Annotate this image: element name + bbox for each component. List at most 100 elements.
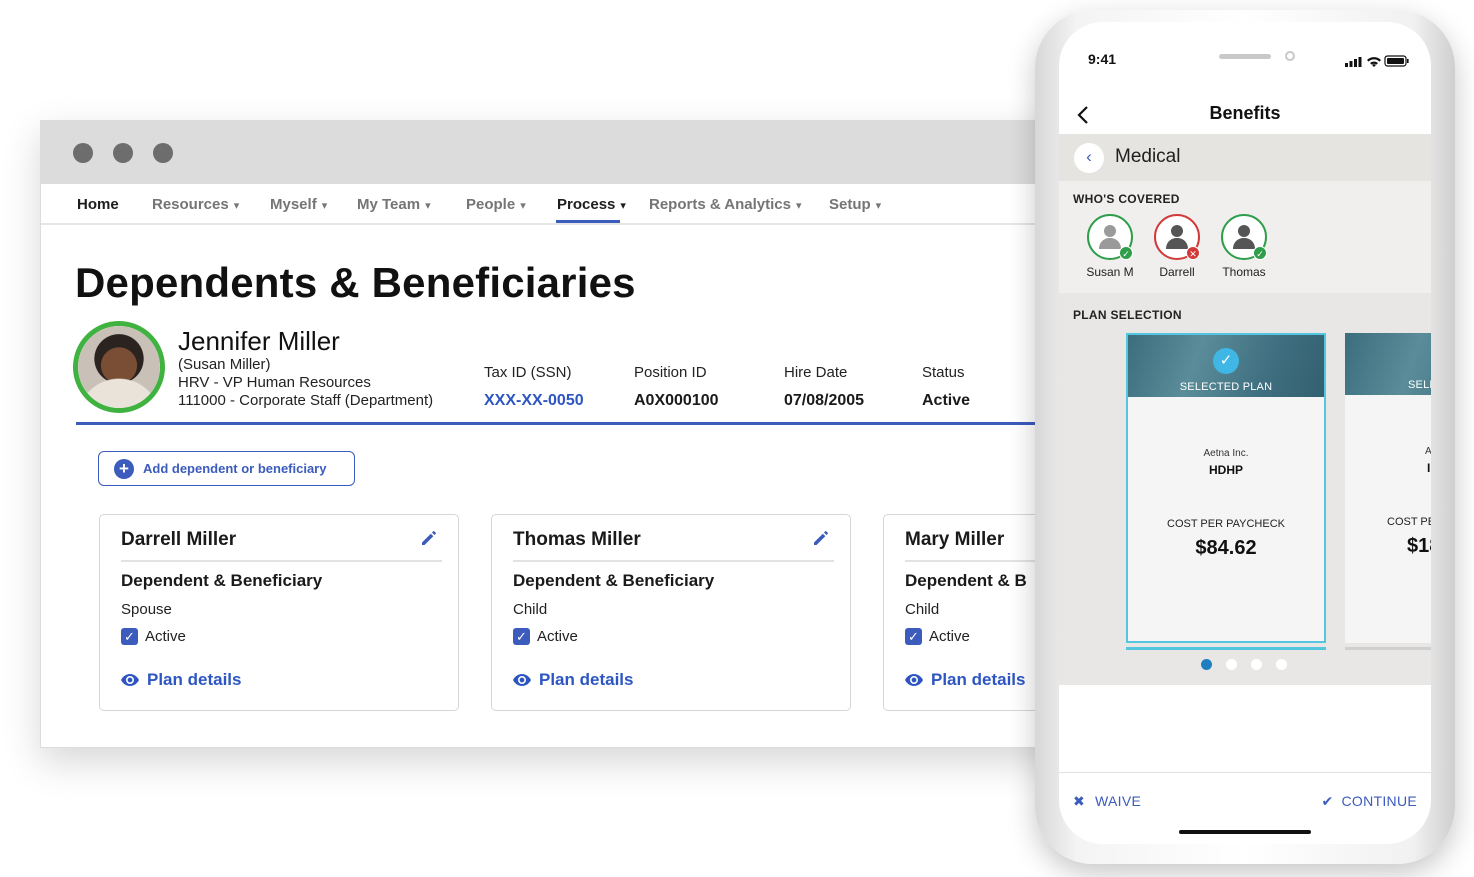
pager-dot-active[interactable] xyxy=(1201,659,1212,670)
tax-id-label: Tax ID (SSN) xyxy=(484,364,572,381)
dependent-type: Dependent & Beneficiary xyxy=(121,571,323,590)
caret-down-icon: ▾ xyxy=(321,200,328,212)
selected-plan-label: SELE xyxy=(1408,379,1431,391)
person-avatar: ✓ xyxy=(1221,214,1267,260)
top-nav: Home Resources ▾ Myself ▾ My Team ▾ People ▾… xyxy=(41,184,1099,225)
window-maximize-dot[interactable] xyxy=(153,143,173,163)
footer-divider xyxy=(1059,772,1431,773)
window-close-dot[interactable] xyxy=(73,143,93,163)
employee-name: Jennifer Miller xyxy=(178,326,340,356)
nav-myself-label: Myself xyxy=(270,196,317,213)
pencil-icon[interactable] xyxy=(420,529,438,547)
covered-member[interactable]: ✓ Susan M xyxy=(1080,214,1140,279)
nav-myself[interactable]: Myself ▾ xyxy=(270,196,327,213)
nav-process[interactable]: Process ▾ xyxy=(557,196,626,213)
nav-home[interactable]: Home xyxy=(77,196,119,213)
cost-per-paycheck-label: COST PE xyxy=(1387,516,1431,528)
active-checkbox[interactable]: ✓ xyxy=(905,628,922,645)
dependent-relation: Child xyxy=(905,601,940,618)
tax-id-value[interactable]: XXX-XX-0050 xyxy=(484,392,584,410)
active-checkbox[interactable]: ✓ xyxy=(513,628,530,645)
plan-selection-section: PLAN SELECTION ✓ SELECTED PLAN Aetna Inc… xyxy=(1059,293,1431,685)
caret-down-icon: ▾ xyxy=(875,200,882,212)
hire-date-value: 07/08/2005 xyxy=(784,392,865,409)
add-dependent-label: Add dependent or beneficiary xyxy=(143,461,327,476)
plan-cost: $84.62 xyxy=(1195,537,1257,559)
pencil-icon[interactable] xyxy=(812,529,830,547)
plan-details-link[interactable]: Plan details xyxy=(513,670,633,690)
screen-title: Benefits xyxy=(1209,103,1281,123)
eye-icon xyxy=(121,674,139,686)
caret-down-icon: ▾ xyxy=(520,200,526,212)
active-label: Active xyxy=(929,628,970,645)
phone-device: 9:41 Benefits ‹ Medical WHO'S COVERED ✓ xyxy=(1035,10,1455,864)
nav-setup[interactable]: Setup ▾ xyxy=(829,196,881,213)
status-time: 9:41 xyxy=(1088,51,1117,67)
front-camera xyxy=(1285,51,1295,61)
whos-covered-title: WHO'S COVERED xyxy=(1073,192,1180,206)
person-avatar: ✓ xyxy=(1087,214,1133,260)
position-id-label: Position ID xyxy=(634,364,707,381)
covered-member[interactable]: ✓ Thomas xyxy=(1214,214,1274,279)
hire-date-label: Hire Date xyxy=(784,364,848,381)
dependent-relation: Child xyxy=(513,601,548,618)
plan-details-label: Plan details xyxy=(539,670,634,689)
person-icon xyxy=(1166,225,1188,249)
medical-label: Medical xyxy=(1115,146,1181,167)
caret-down-icon: ▾ xyxy=(795,200,802,212)
pager-dot[interactable] xyxy=(1251,659,1262,670)
chevron-left-icon[interactable]: ‹ xyxy=(1074,143,1104,173)
plan-carrier: Ae xyxy=(1425,446,1431,457)
selected-plan-label: SELECTED PLAN xyxy=(1179,381,1273,393)
plan-card[interactable]: SELE Ae I COST PE $18 xyxy=(1345,333,1431,643)
member-name: Darrell xyxy=(1159,265,1195,279)
pager-dot[interactable] xyxy=(1226,659,1237,670)
plan-selection-title: PLAN SELECTION xyxy=(1073,308,1182,322)
dependent-card: Thomas Miller Dependent & Beneficiary Ch… xyxy=(491,514,851,711)
status-value: Active xyxy=(922,392,971,409)
waive-button[interactable]: ✖ WAIVE xyxy=(1073,793,1141,810)
nav-resources[interactable]: Resources ▾ xyxy=(152,196,239,213)
eye-icon xyxy=(513,674,531,686)
plan-cost: $18 xyxy=(1407,535,1431,557)
position-id-value: A0X000100 xyxy=(634,392,719,409)
nav-active-indicator xyxy=(556,220,620,223)
caret-down-icon: ▾ xyxy=(620,200,626,212)
covered-member[interactable]: ✕ Darrell xyxy=(1147,214,1207,279)
dependent-card: Darrell Miller Dependent & Beneficiary S… xyxy=(99,514,459,711)
employee-photo xyxy=(78,326,160,408)
nav-people-label: People xyxy=(466,196,516,213)
nav-process-label: Process xyxy=(557,196,616,213)
stage: Home Resources ▾ Myself ▾ My Team ▾ People ▾… xyxy=(0,0,1474,877)
plan-carrier: Aetna Inc. xyxy=(1203,448,1249,459)
nav-setup-label: Setup xyxy=(829,196,871,213)
plan-details-link[interactable]: Plan details xyxy=(121,670,241,690)
plan-indicator xyxy=(1345,647,1431,650)
nav-reports-analytics[interactable]: Reports & Analytics ▾ xyxy=(649,196,802,213)
check-badge-icon: ✓ xyxy=(1253,246,1267,260)
person-icon xyxy=(1099,225,1121,249)
add-dependent-button[interactable]: + Add dependent or beneficiary xyxy=(98,451,355,486)
active-label: Active xyxy=(145,628,186,645)
plan-card-selected[interactable]: ✓ SELECTED PLAN Aetna Inc. HDHP COST PER… xyxy=(1126,333,1326,643)
nav-my-team[interactable]: My Team ▾ xyxy=(357,196,431,213)
eye-icon xyxy=(905,674,923,686)
window-minimize-dot[interactable] xyxy=(113,143,133,163)
pager-dot[interactable] xyxy=(1276,659,1287,670)
continue-button[interactable]: ✔ CONTINUE xyxy=(1321,793,1417,810)
nav-resources-label: Resources xyxy=(152,196,229,213)
caret-down-icon: ▾ xyxy=(233,200,240,212)
employee-avatar xyxy=(73,321,165,413)
page-title: Dependents & Beneficiaries xyxy=(75,259,636,306)
employee-position: HRV - VP Human Resources xyxy=(178,374,371,391)
nav-people[interactable]: People ▾ xyxy=(466,196,526,213)
dependent-type: Dependent & B xyxy=(905,571,1027,590)
active-checkbox[interactable]: ✓ xyxy=(121,628,138,645)
status-icons xyxy=(1345,55,1409,67)
card-divider xyxy=(121,560,442,562)
header-divider xyxy=(76,422,1099,425)
nav-reports-label: Reports & Analytics xyxy=(649,196,791,213)
person-avatar: ✕ xyxy=(1154,214,1200,260)
plan-details-link[interactable]: Plan details xyxy=(905,670,1025,690)
home-indicator[interactable] xyxy=(1179,830,1311,834)
